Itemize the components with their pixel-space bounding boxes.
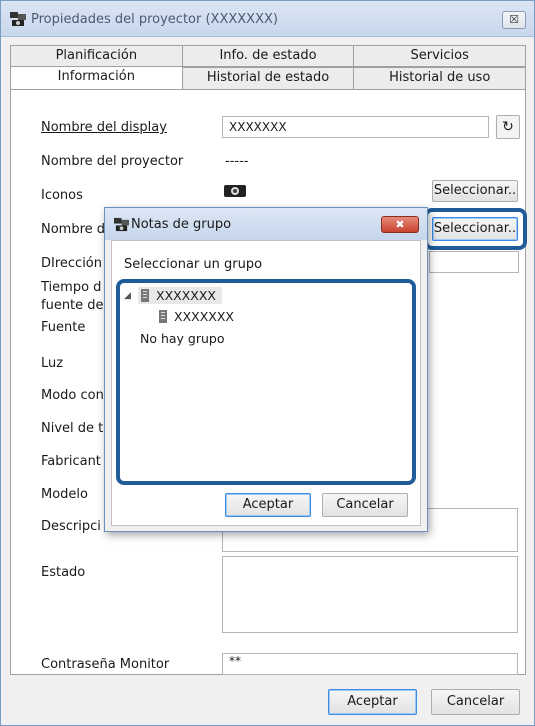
tab-servicios[interactable]: Servicios — [354, 45, 527, 67]
group-name-label: Nombre d — [41, 222, 106, 237]
select-group-prompt: Seleccionar un grupo — [124, 257, 263, 272]
source-time-label-line1: Tiempo d — [41, 280, 102, 295]
tree-item-root-label: XXXXXXX — [156, 288, 216, 303]
tree-item-root[interactable]: XXXXXXX — [138, 287, 222, 304]
address-field — [429, 251, 519, 273]
tree-item-child-label: XXXXXXX — [174, 309, 234, 324]
projector-icon — [224, 185, 246, 197]
close-icon[interactable]: ✖ — [381, 216, 419, 233]
source-time-label-line2: fuente de — [41, 298, 104, 313]
projector-name-label: Nombre del proyector — [41, 154, 184, 169]
expand-arrow-icon[interactable]: ◢ — [124, 291, 131, 301]
projector-network-icon — [114, 217, 129, 232]
tab-row-back: Planificación Info. de estado Servicios — [10, 45, 527, 67]
mode-label: Modo con — [41, 388, 104, 403]
address-label: DIrección — [41, 256, 103, 271]
tab-row-front: Información Historial de estado Historia… — [10, 66, 527, 89]
dialog-title: Notas de grupo — [131, 217, 232, 232]
close-icon[interactable]: ☒ — [502, 11, 526, 29]
group-icon — [159, 310, 167, 323]
source-label: Fuente — [41, 320, 86, 335]
status-label: Estado — [41, 565, 86, 580]
dialog-content: Seleccionar un grupo ◢ XXXXXXX XXXXXXX N… — [111, 240, 421, 526]
select-icon-button[interactable]: Seleccionar.. — [432, 180, 518, 202]
tab-info-estado[interactable]: Info. de estado — [182, 45, 355, 67]
tab-planificacion[interactable]: Planificación — [10, 45, 183, 67]
model-label: Modelo — [41, 487, 88, 502]
tab-informacion[interactable]: Información — [10, 66, 183, 89]
tree-item-no-group[interactable]: No hay grupo — [140, 331, 225, 346]
group-notes-dialog: Notas de grupo ✖ Seleccionar un grupo ◢ … — [104, 207, 428, 532]
description-label: Descripci — [41, 519, 101, 534]
dialog-cancel-button[interactable]: Cancelar — [322, 493, 408, 517]
monitor-password-input[interactable]: ** — [222, 653, 518, 675]
title-bar: Propiedades del proyector (XXXXXXX) ☒ — [1, 1, 534, 37]
tab-historial-uso[interactable]: Historial de uso — [354, 67, 527, 89]
manufacturer-label: Fabricant — [41, 454, 101, 469]
projector-network-icon — [10, 12, 26, 26]
projector-name-value: ----- — [225, 154, 249, 169]
display-name-input[interactable]: XXXXXXX — [222, 116, 489, 138]
cancel-button[interactable]: Cancelar — [431, 689, 520, 715]
group-icon — [141, 289, 149, 302]
dialog-title-bar: Notas de grupo ✖ — [105, 208, 427, 240]
window-title: Propiedades del proyector (XXXXXXX) — [31, 12, 278, 27]
level-label: Nivel de t — [41, 421, 104, 436]
icons-label: Iconos — [41, 188, 83, 203]
monitor-password-label: Contraseña Monitor — [41, 657, 170, 672]
status-field — [222, 556, 518, 633]
tree-item-child[interactable]: XXXXXXX — [158, 309, 234, 324]
dialog-accept-button[interactable]: Aceptar — [225, 493, 311, 517]
refresh-icon[interactable]: ↻ — [496, 115, 520, 139]
light-label: Luz — [41, 356, 64, 371]
select-group-highlight — [424, 208, 527, 250]
display-name-label: Nombre del display — [41, 120, 167, 135]
tab-historial-estado[interactable]: Historial de estado — [182, 67, 355, 89]
accept-button[interactable]: Aceptar — [328, 689, 417, 715]
